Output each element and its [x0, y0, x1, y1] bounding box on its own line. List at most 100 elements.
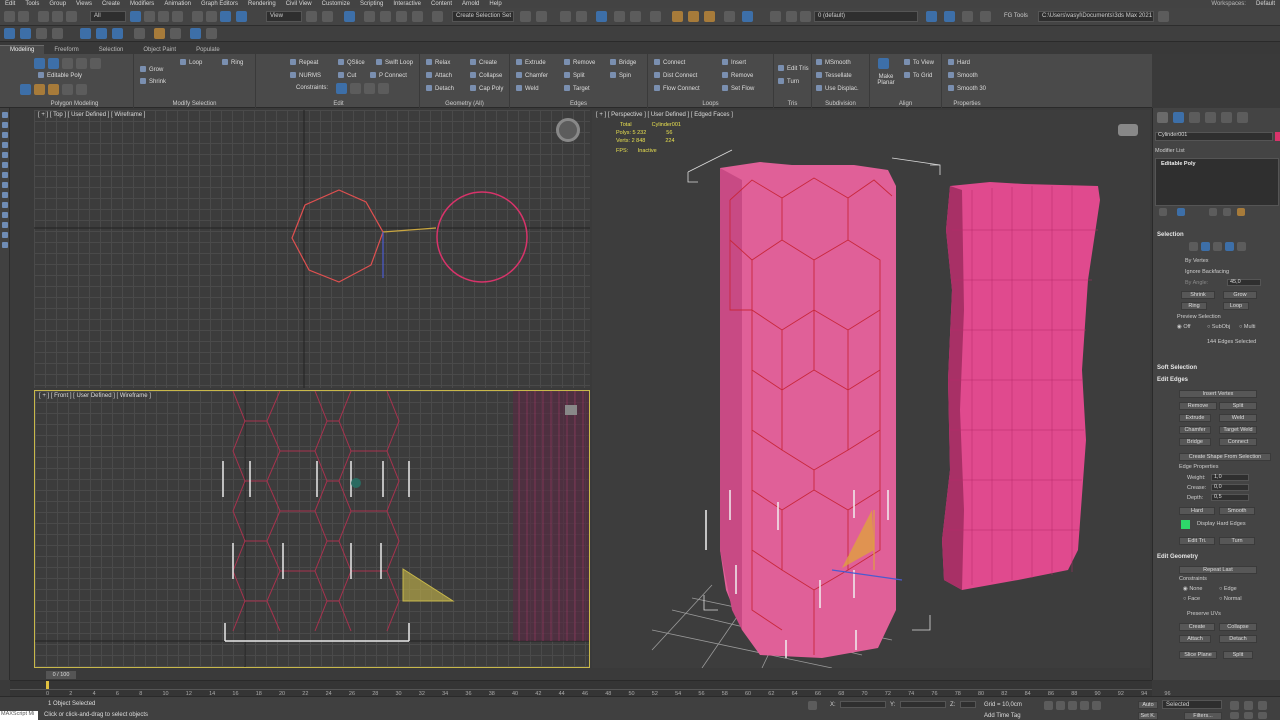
smooth-button[interactable]: Smooth: [948, 72, 978, 79]
unlink-icon[interactable]: [52, 11, 63, 22]
by-angle-field[interactable]: 45,0: [1227, 279, 1261, 286]
preview-off-radio[interactable]: ◉ Off: [1177, 324, 1191, 330]
viewport-perspective[interactable]: [ + ] [ Perspective ] [ User Defined ] […: [592, 110, 1150, 668]
modify-selection-title[interactable]: Modify Selection: [134, 101, 255, 107]
render-setup-icon[interactable]: [672, 11, 683, 22]
constraint-edge-radio[interactable]: ○ Edge: [1219, 586, 1237, 592]
tab-modeling[interactable]: Modeling: [0, 45, 45, 54]
relax-button[interactable]: Relax: [426, 59, 450, 66]
object-color-swatch[interactable]: [1275, 132, 1280, 141]
tool-utilities-icon[interactable]: [2, 162, 8, 168]
constraint-edge-icon[interactable]: [350, 83, 361, 94]
maximize-viewport-icon[interactable]: [1258, 712, 1267, 719]
x-coord-field[interactable]: [840, 701, 886, 708]
insert-loop-button[interactable]: Insert: [722, 59, 746, 66]
container-icon[interactable]: [154, 28, 165, 39]
sel-polygon-icon[interactable]: [1225, 242, 1234, 251]
border-mode-icon[interactable]: [62, 58, 73, 69]
extrude-edge-button[interactable]: Extrude: [1179, 414, 1211, 422]
use-displacement-button[interactable]: Use Displac.: [816, 85, 859, 92]
tool-systems-icon[interactable]: [2, 242, 8, 248]
edit-named-selection-icon[interactable]: [432, 11, 443, 22]
polygon-mode-icon[interactable]: [76, 58, 87, 69]
pivot-center-icon[interactable]: [306, 11, 317, 22]
create-layer-icon[interactable]: [926, 11, 937, 22]
align-icon[interactable]: [536, 11, 547, 22]
tool-modify-icon[interactable]: [2, 122, 8, 128]
select-link-icon[interactable]: [52, 28, 63, 39]
viewport-front-label[interactable]: [ + ] [ Front ] [ User Defined ] [ Wiref…: [39, 393, 151, 399]
viewport-top[interactable]: [ + ] [ Top ] [ User Defined ] [ Wirefra…: [34, 110, 590, 388]
auto-key-button[interactable]: Auto: [1138, 701, 1158, 709]
y-coord-field[interactable]: [900, 701, 946, 708]
split-edge-button[interactable]: Split: [1219, 402, 1257, 410]
tessellate-button[interactable]: Tessellate: [816, 72, 852, 79]
configure-modifier-sets-icon[interactable]: [1237, 208, 1245, 216]
menu-item[interactable]: Graph Editors: [196, 1, 243, 7]
remove-modifier-icon[interactable]: [1223, 208, 1231, 216]
collapse-button[interactable]: Collapse: [470, 72, 502, 79]
previous-frame-icon[interactable]: [1056, 701, 1065, 710]
sel-vertex-icon[interactable]: [1189, 242, 1198, 251]
schematic-view-icon[interactable]: [630, 11, 641, 22]
repeat-button[interactable]: Repeat: [290, 59, 318, 66]
reference-coordinate-dropdown[interactable]: View: [266, 11, 302, 22]
brush-preset-icon[interactable]: [80, 28, 91, 39]
tab-populate[interactable]: Populate: [186, 46, 230, 54]
preserve-uvs-checkbox[interactable]: Preserve UVs: [1187, 611, 1221, 617]
constraint-normal-radio[interactable]: ○ Normal: [1219, 596, 1242, 602]
tab-object-paint[interactable]: Object Paint: [133, 46, 186, 54]
layer-dropdown[interactable]: 0 (default): [814, 11, 918, 22]
menu-item[interactable]: Civil View: [281, 1, 317, 7]
angle-snap-icon[interactable]: [380, 11, 391, 22]
properties-title[interactable]: Properties: [942, 101, 992, 107]
zoom-extents-icon[interactable]: [1258, 701, 1267, 710]
project-folder-icon[interactable]: [1158, 11, 1169, 22]
weld-button[interactable]: Weld: [516, 85, 539, 92]
split-geometry-button[interactable]: Split: [1223, 651, 1253, 659]
material-editor-icon[interactable]: [650, 11, 661, 22]
container-update-icon[interactable]: [190, 28, 201, 39]
axis-constraint-icon[interactable]: [20, 28, 31, 39]
viewport-front[interactable]: [ + ] [ Front ] [ User Defined ] [ Wiref…: [34, 390, 590, 668]
tool-display-icon[interactable]: [2, 152, 8, 158]
p-connect-button[interactable]: P Connect: [370, 72, 407, 79]
object-name-field[interactable]: Cylinder001: [1155, 132, 1273, 141]
element-mode-icon[interactable]: [90, 58, 101, 69]
bridge-button[interactable]: Bridge: [610, 59, 636, 66]
transform-gizmo-icon[interactable]: [36, 28, 47, 39]
tool-layers-icon[interactable]: [2, 192, 8, 198]
weight-field[interactable]: 1,0: [1211, 474, 1249, 481]
qslice-button[interactable]: QSlice: [338, 59, 365, 66]
to-grid-button[interactable]: To Grid: [904, 72, 932, 79]
named-selection-dropdown[interactable]: Create Selection Set: [452, 11, 514, 22]
container-close-icon[interactable]: [206, 28, 217, 39]
tool-cameras-icon[interactable]: [2, 212, 8, 218]
menu-item[interactable]: Customize: [317, 1, 355, 7]
smooth-edge-button[interactable]: Smooth: [1219, 507, 1255, 515]
smooth-30-button[interactable]: Smooth 30: [948, 85, 986, 92]
turn-edge-button[interactable]: Turn: [1219, 537, 1255, 545]
show-end-result-stack-icon[interactable]: [1177, 208, 1185, 216]
collapse-stack-icon[interactable]: [62, 84, 73, 95]
redo-icon[interactable]: [18, 11, 29, 22]
sel-edge-icon[interactable]: [1201, 242, 1210, 251]
subdivision-title[interactable]: Subdivision: [812, 101, 869, 107]
by-angle-checkbox[interactable]: By Angle:: [1185, 280, 1208, 286]
edit-tri-button[interactable]: Edit Tri.: [1179, 537, 1215, 545]
fg-tools-label[interactable]: FG Tools: [1004, 13, 1028, 19]
bind-space-warp-icon[interactable]: [66, 11, 77, 22]
constraint-none-icon[interactable]: [336, 83, 347, 94]
msmooth-button[interactable]: MSmooth: [816, 59, 851, 66]
tool-isolate-icon[interactable]: [2, 172, 8, 178]
render-production-icon[interactable]: [704, 11, 715, 22]
make-planar-label[interactable]: Make Planar: [874, 74, 898, 86]
preview-icon[interactable]: [48, 84, 59, 95]
loop-button[interactable]: Loop: [180, 59, 202, 66]
tool-lights-icon[interactable]: [2, 202, 8, 208]
key-filters-button[interactable]: Filters...: [1184, 712, 1222, 720]
loop-selection-button[interactable]: Loop: [1223, 302, 1249, 310]
menu-item[interactable]: Rendering: [243, 1, 281, 7]
create-geometry-button[interactable]: Create: [1179, 623, 1215, 631]
preview-multi-radio[interactable]: ○ Multi: [1239, 324, 1255, 330]
